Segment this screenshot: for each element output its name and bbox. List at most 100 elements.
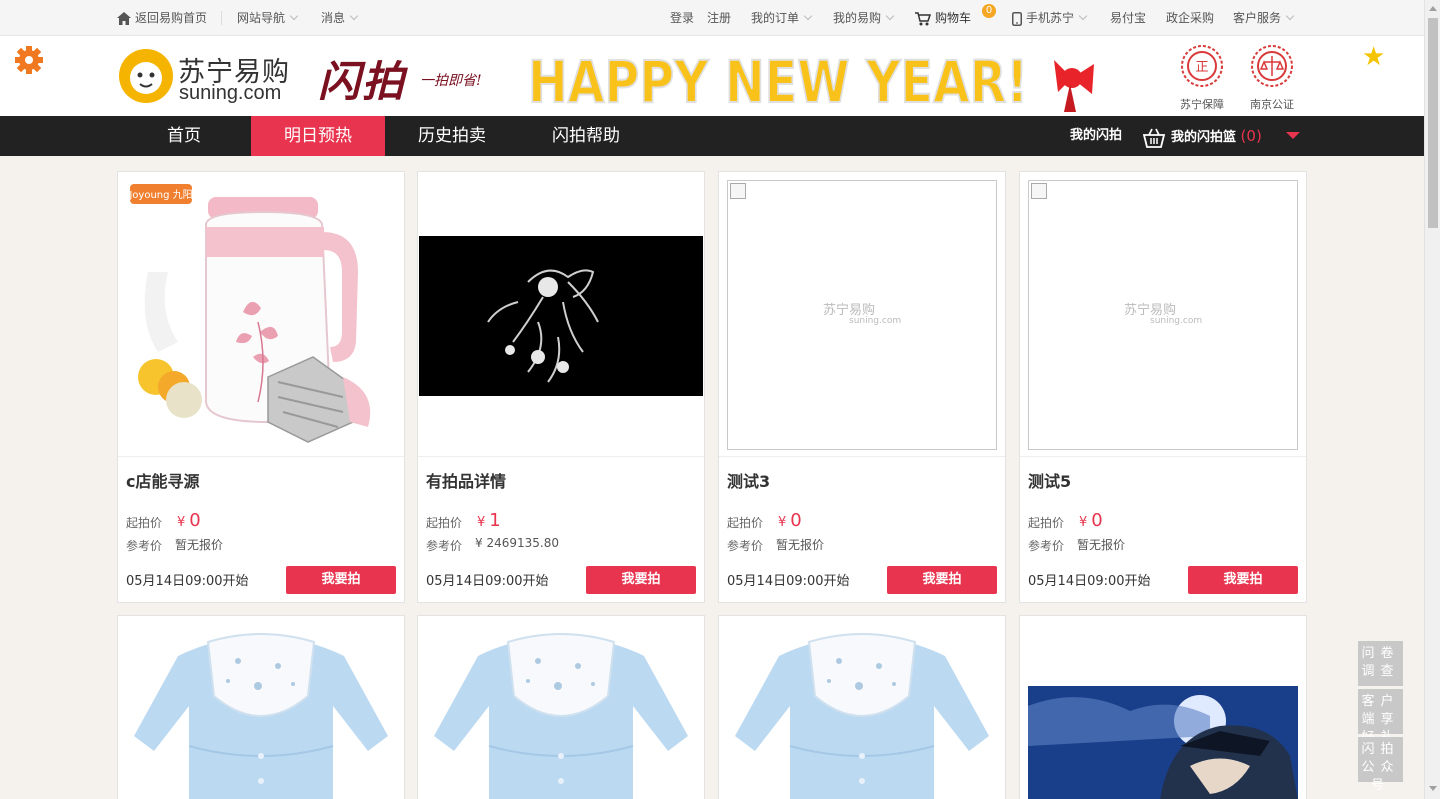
my-basket-link[interactable]: 我的闪拍篮 (0) <box>1142 116 1262 156</box>
product-image[interactable]: 苏宁易购 suning.com <box>1020 172 1306 457</box>
product-title[interactable]: c店能寻源 <box>126 468 200 492</box>
start-price: ¥0 <box>177 510 201 531</box>
start-time: 05月14日09:00开始 <box>426 574 549 589</box>
start-time: 05月14日09:00开始 <box>126 574 249 589</box>
yifubao-link[interactable]: 易付宝 <box>1110 0 1146 36</box>
dropdown-triangle-icon[interactable] <box>1286 132 1300 139</box>
ref-price-label: 参考价 <box>1028 539 1065 553</box>
suning-guarantee-label[interactable]: 苏宁保障 <box>1172 96 1232 112</box>
product-card[interactable] <box>117 615 405 799</box>
ref-price: 暂无报价 <box>1077 538 1126 552</box>
page-scrollbar[interactable] <box>1424 0 1440 799</box>
ref-price: ¥ 2469135.80 <box>475 536 559 550</box>
product-card[interactable]: 苏宁易购 suning.com 测试3 起拍价 ¥0 参考价 暂无报价 05月14… <box>718 171 1006 603</box>
flash-auction-title: 闪拍 <box>318 57 407 106</box>
anime-night-image[interactable] <box>1020 616 1306 799</box>
banner-text: HAPPY NEW YEAR! <box>528 48 1028 114</box>
dark-figure-image <box>419 236 703 396</box>
home-link[interactable]: 返回易购首页 <box>117 0 207 36</box>
bid-button[interactable]: 我要拍 <box>286 566 396 594</box>
ribbon-bow-icon <box>1054 60 1094 112</box>
nav-tomorrow-preview[interactable]: 明日预热 <box>251 116 385 156</box>
start-price: ¥0 <box>778 510 802 531</box>
product-image[interactable]: Joyoung 九阳 <box>118 172 404 457</box>
broken-image-icon <box>1031 183 1047 199</box>
gear-icon[interactable] <box>14 45 44 75</box>
product-title[interactable]: 测试3 <box>727 468 770 492</box>
new-year-banner: HAPPY NEW YEAR! <box>527 47 1094 114</box>
start-price-label: 起拍价 <box>1028 516 1065 530</box>
start-time: 05月14日09:00开始 <box>1028 574 1151 589</box>
my-orders-menu[interactable]: 我的订单 <box>751 0 813 36</box>
home-icon <box>117 12 131 25</box>
broken-image-icon <box>730 183 746 199</box>
my-yigou-menu[interactable]: 我的易购 <box>833 0 895 36</box>
product-title[interactable]: 测试5 <box>1028 468 1071 492</box>
start-price-label: 起拍价 <box>426 516 463 530</box>
baby-romper-image[interactable] <box>418 616 704 799</box>
product-card[interactable]: Joyoung 九阳 c店能寻源 起拍价 ¥0 参考价 暂无报价 05月14日0… <box>117 171 405 603</box>
svg-text:Joyoung 九阳: Joyoung 九阳 <box>128 189 192 201</box>
phone-icon <box>1012 11 1022 26</box>
messages-menu[interactable]: 消息 <box>321 0 359 36</box>
divider <box>221 11 222 25</box>
start-price-label: 起拍价 <box>126 516 163 530</box>
ref-price-label: 参考价 <box>426 539 463 553</box>
start-price-label: 起拍价 <box>727 516 764 530</box>
product-card[interactable]: 有拍品详情 起拍价 ¥1 参考价 ¥ 2469135.80 05月14日09:0… <box>417 171 705 603</box>
logo-text-en[interactable]: suning.com <box>179 82 281 105</box>
suning-lion-logo[interactable] <box>118 48 174 104</box>
wechat-account-tab[interactable]: 闪拍公众号 <box>1358 737 1403 793</box>
scroll-down-arrow-icon[interactable] <box>1429 786 1437 791</box>
nanjing-notary-label[interactable]: 南京公证 <box>1242 96 1302 112</box>
notary-badge-icon[interactable] <box>1250 44 1294 88</box>
product-card[interactable] <box>1019 615 1307 799</box>
chevron-down-icon <box>885 11 895 21</box>
favorite-star-icon[interactable]: ★ <box>1362 42 1385 72</box>
svg-text:正: 正 <box>1195 60 1208 75</box>
product-image[interactable] <box>418 172 704 457</box>
baby-romper-image[interactable] <box>719 616 1005 799</box>
ref-price: 暂无报价 <box>776 538 825 552</box>
customer-service-menu[interactable]: 客户服务 <box>1233 0 1295 36</box>
mobile-suning-menu[interactable]: 手机苏宁 <box>1012 0 1088 36</box>
image-placeholder: 苏宁易购 suning.com <box>1028 180 1298 450</box>
cart-count-badge: 0 <box>982 4 996 18</box>
survey-tab[interactable]: 问卷调查 <box>1358 641 1403 686</box>
placeholder-logo: 苏宁易购 suning.com <box>1124 303 1203 326</box>
start-price: ¥0 <box>1079 510 1103 531</box>
chevron-down-icon <box>803 11 813 21</box>
main-nav: 首页 明日预热 历史拍卖 闪拍帮助 我的闪拍 我的闪拍篮 (0) <box>0 116 1424 156</box>
gov-purchase-link[interactable]: 政企采购 <box>1166 0 1214 36</box>
register-link[interactable]: 注册 <box>707 0 731 36</box>
site-nav-menu[interactable]: 网站导航 <box>237 0 299 36</box>
start-price: ¥1 <box>477 510 501 531</box>
bid-button[interactable]: 我要拍 <box>887 566 997 594</box>
client-gift-tab[interactable]: 客户端享好礼 <box>1358 689 1403 745</box>
ref-price: 暂无报价 <box>175 538 224 552</box>
basket-icon <box>1142 128 1166 148</box>
nav-home[interactable]: 首页 <box>117 116 251 156</box>
chevron-down-icon <box>1285 11 1295 21</box>
baby-romper-image[interactable] <box>118 616 404 799</box>
product-card[interactable] <box>718 615 1006 799</box>
nav-history-auctions[interactable]: 历史拍卖 <box>385 116 519 156</box>
my-flash-link[interactable]: 我的闪拍 <box>1070 116 1122 156</box>
suning-guarantee-badge-icon[interactable]: 正 <box>1180 44 1224 88</box>
scroll-up-arrow-icon[interactable] <box>1429 6 1437 11</box>
product-card[interactable]: 苏宁易购 suning.com 测试5 起拍价 ¥0 参考价 暂无报价 05月14… <box>1019 171 1307 603</box>
login-link[interactable]: 登录 <box>670 0 694 36</box>
cart-icon <box>915 11 932 25</box>
ref-price-label: 参考价 <box>727 539 764 553</box>
product-title[interactable]: 有拍品详情 <box>426 468 506 492</box>
scroll-thumb[interactable] <box>1428 18 1438 228</box>
image-placeholder: 苏宁易购 suning.com <box>727 180 997 450</box>
product-card[interactable] <box>417 615 705 799</box>
chevron-down-icon <box>1078 11 1088 21</box>
bid-button[interactable]: 我要拍 <box>1188 566 1298 594</box>
ref-price-label: 参考价 <box>126 539 163 553</box>
nav-flash-help[interactable]: 闪拍帮助 <box>519 116 653 156</box>
product-image[interactable]: 苏宁易购 suning.com <box>719 172 1005 457</box>
bid-button[interactable]: 我要拍 <box>586 566 696 594</box>
cart-link[interactable]: 购物车 <box>915 0 971 36</box>
